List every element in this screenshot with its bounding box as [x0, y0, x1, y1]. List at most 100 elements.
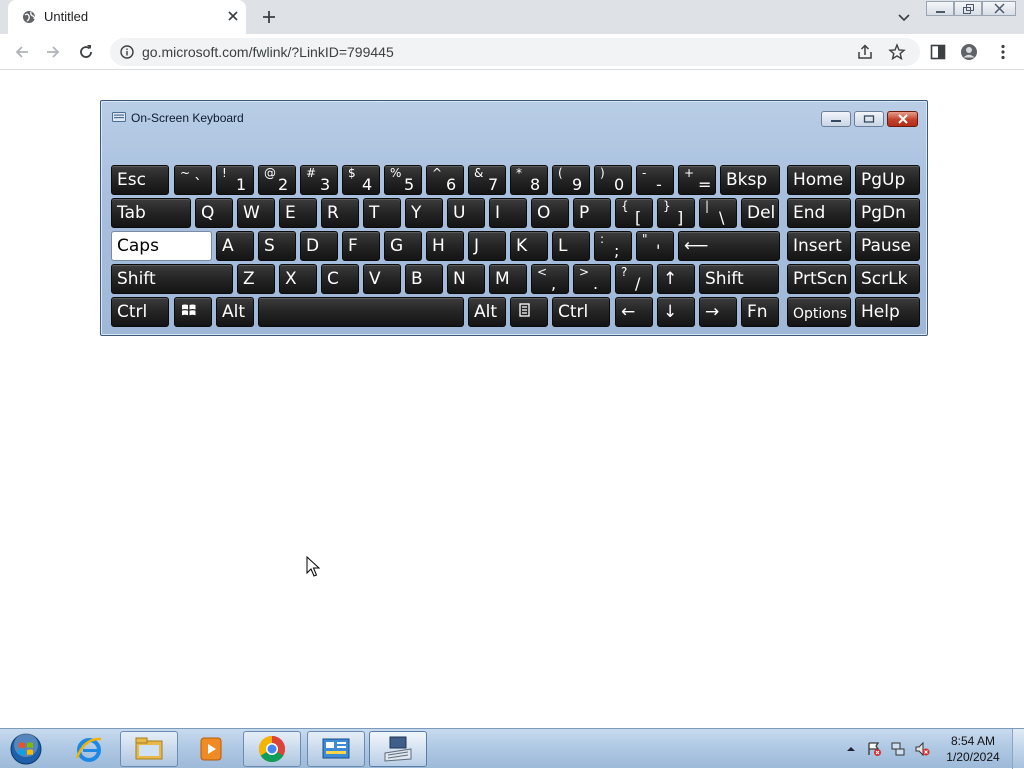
key-4[interactable]: $4	[342, 165, 380, 195]
key-lalt[interactable]: Alt	[216, 297, 254, 327]
key-slash[interactable]: ? /	[615, 264, 653, 294]
address-bar[interactable]: go.microsoft.com/fwlink/?LinkID=799445	[110, 38, 920, 66]
key-period[interactable]: >.	[573, 264, 611, 294]
key-space[interactable]	[258, 297, 464, 327]
key-down[interactable]: ↓	[657, 297, 695, 327]
key-r[interactable]: R	[321, 198, 359, 228]
bookmark-star-icon[interactable]	[888, 43, 906, 61]
key-esc[interactable]: Esc	[111, 165, 169, 195]
start-button-icon[interactable]	[7, 732, 45, 766]
key-t[interactable]: T	[363, 198, 401, 228]
key-z[interactable]: Z	[237, 264, 275, 294]
share-icon[interactable]	[856, 43, 874, 61]
key-w[interactable]: W	[237, 198, 275, 228]
key-j[interactable]: J	[468, 231, 506, 261]
on-screen-keyboard-window[interactable]: On-Screen Keyboard Esc ~ `! 1 @2 #3 $4% 5 ^ 6 & 7 * 8…	[100, 100, 928, 336]
key-semicolon[interactable]: :;	[594, 231, 632, 261]
key-9[interactable]: (9	[552, 165, 590, 195]
minimize-window-button[interactable]	[926, 1, 954, 16]
key-pgup[interactable]: PgUp	[855, 165, 920, 195]
key-help[interactable]: Help	[855, 297, 920, 327]
key-i[interactable]: I	[489, 198, 527, 228]
key-m[interactable]: M	[489, 264, 527, 294]
close-tab-icon[interactable]	[226, 9, 240, 23]
key-n[interactable]: N	[447, 264, 485, 294]
key-c[interactable]: C	[321, 264, 359, 294]
taskbar-control-panel[interactable]	[307, 731, 365, 767]
key-6[interactable]: ^ 6	[426, 165, 464, 195]
key-end[interactable]: End	[787, 198, 851, 228]
key-0[interactable]: ) 0	[594, 165, 632, 195]
key-lbracket[interactable]: {[	[615, 198, 653, 228]
key-g[interactable]: G	[384, 231, 422, 261]
restore-window-button[interactable]	[954, 1, 982, 16]
key-tilde[interactable]: ~ `	[174, 165, 212, 195]
key-3[interactable]: #3	[300, 165, 338, 195]
key-win[interactable]	[174, 297, 212, 327]
key-d[interactable]: D	[300, 231, 338, 261]
key-f[interactable]: F	[342, 231, 380, 261]
key-lctrl[interactable]: Ctrl	[111, 297, 169, 327]
key-h[interactable]: H	[426, 231, 464, 261]
show-desktop-button[interactable]	[1012, 729, 1024, 769]
key-k[interactable]: K	[510, 231, 548, 261]
key-rbracket[interactable]: }]	[657, 198, 695, 228]
key-home[interactable]: Home	[787, 165, 851, 195]
back-arrow-icon[interactable]	[13, 43, 31, 61]
reload-icon[interactable]	[77, 43, 95, 61]
close-window-button[interactable]	[982, 1, 1016, 16]
taskbar-internet-explorer[interactable]	[60, 731, 118, 767]
key-s[interactable]: S	[258, 231, 296, 261]
profile-avatar-icon[interactable]	[960, 43, 978, 61]
osk-close-button[interactable]	[887, 111, 918, 127]
key-u[interactable]: U	[447, 198, 485, 228]
key-2[interactable]: @2	[258, 165, 296, 195]
chevron-down-icon[interactable]	[896, 9, 912, 25]
key-right[interactable]: →	[699, 297, 737, 327]
key-q[interactable]: Q	[195, 198, 233, 228]
osk-minimize-button[interactable]	[821, 111, 851, 127]
taskbar-file-explorer[interactable]	[120, 731, 178, 767]
key-options[interactable]: Options	[787, 297, 851, 327]
forward-arrow-icon[interactable]	[44, 43, 62, 61]
network-icon[interactable]	[890, 741, 906, 757]
key-p[interactable]: P	[573, 198, 611, 228]
key-5[interactable]: % 5	[384, 165, 422, 195]
key-ralt[interactable]: Alt	[468, 297, 506, 327]
taskbar-on-screen-keyboard[interactable]	[369, 731, 427, 767]
key-l[interactable]: L	[552, 231, 590, 261]
key-prtscn[interactable]: PrtScn	[787, 264, 851, 294]
key-7[interactable]: & 7	[468, 165, 506, 195]
key-y[interactable]: Y	[405, 198, 443, 228]
key-quote[interactable]: " '	[636, 231, 674, 261]
key-rshift[interactable]: Shift	[699, 264, 779, 294]
key-8[interactable]: * 8	[510, 165, 548, 195]
key-e[interactable]: E	[279, 198, 317, 228]
show-hidden-icons-icon[interactable]	[843, 741, 859, 757]
key-menu[interactable]	[510, 297, 548, 327]
key-insert[interactable]: Insert	[787, 231, 851, 261]
key-lshift[interactable]: Shift	[111, 264, 233, 294]
url-text[interactable]: go.microsoft.com/fwlink/?LinkID=799445	[142, 44, 394, 60]
key-comma[interactable]: <,	[531, 264, 569, 294]
key-enter[interactable]: ⟵	[678, 231, 780, 261]
key-x[interactable]: X	[279, 264, 317, 294]
key-o[interactable]: O	[531, 198, 569, 228]
action-center-icon[interactable]	[866, 741, 882, 757]
browser-tab[interactable]: Untitled	[8, 0, 246, 34]
side-panel-icon[interactable]	[929, 43, 947, 61]
key-b[interactable]: B	[405, 264, 443, 294]
key-del[interactable]: Del	[741, 198, 779, 228]
menu-kebab-icon[interactable]	[994, 43, 1012, 61]
key-caps[interactable]: Caps	[111, 231, 212, 261]
osk-maximize-button[interactable]	[854, 111, 884, 127]
site-info-icon[interactable]	[120, 45, 134, 59]
key-v[interactable]: V	[363, 264, 401, 294]
key-scrlk[interactable]: ScrLk	[855, 264, 920, 294]
key-equals[interactable]: + =	[678, 165, 716, 195]
key-pgdn[interactable]: PgDn	[855, 198, 920, 228]
key-fn[interactable]: Fn	[741, 297, 779, 327]
key-1[interactable]: ! 1	[216, 165, 254, 195]
key-bksp[interactable]: Bksp	[720, 165, 780, 195]
key-pause[interactable]: Pause	[855, 231, 920, 261]
